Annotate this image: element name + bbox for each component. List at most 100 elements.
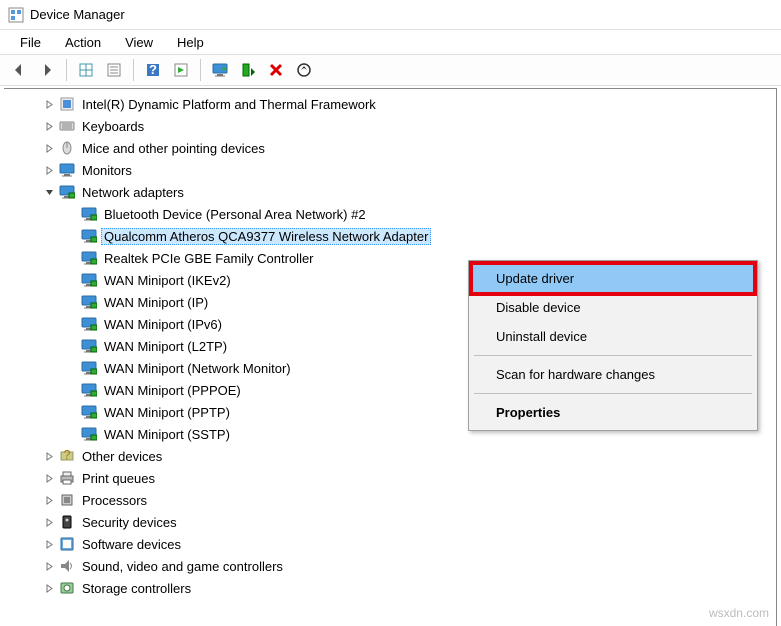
expand-icon[interactable] — [41, 448, 57, 464]
keyboard-icon — [59, 118, 75, 134]
expand-icon[interactable] — [41, 470, 57, 486]
security-icon — [59, 514, 75, 530]
tree-item-label: Network adapters — [79, 184, 187, 201]
tree-item-label: WAN Miniport (IKEv2) — [101, 272, 234, 289]
device-install-icon — [240, 62, 256, 78]
context-menu-item[interactable]: Properties — [472, 398, 754, 427]
tree-item-label: Intel(R) Dynamic Platform and Thermal Fr… — [79, 96, 379, 113]
tree-item[interactable]: Sound, video and game controllers — [4, 555, 776, 577]
no-expander — [63, 228, 79, 244]
tree-item[interactable]: Other devices — [4, 445, 776, 467]
tree-item[interactable]: Processors — [4, 489, 776, 511]
forward-button[interactable] — [34, 57, 60, 83]
tree-item[interactable]: Software devices — [4, 533, 776, 555]
tree-item-label: Software devices — [79, 536, 184, 553]
tree-item[interactable]: Intel(R) Dynamic Platform and Thermal Fr… — [4, 93, 776, 115]
tree-item-label: Monitors — [79, 162, 135, 179]
menu-view[interactable]: View — [115, 33, 163, 52]
network-icon — [81, 426, 97, 442]
tree-item-label: WAN Miniport (IP) — [101, 294, 211, 311]
context-menu-item[interactable]: Disable device — [472, 293, 754, 322]
help-button[interactable]: ? — [140, 57, 166, 83]
no-expander — [63, 316, 79, 332]
no-expander — [63, 382, 79, 398]
network-icon — [81, 360, 97, 376]
arrow-left-icon — [11, 62, 27, 78]
menubar: File Action View Help — [0, 30, 781, 54]
tree-item-label: WAN Miniport (PPPOE) — [101, 382, 244, 399]
toolbar-separator — [200, 59, 201, 81]
tree-item-label: Print queues — [79, 470, 158, 487]
network-icon — [81, 250, 97, 266]
collapse-icon[interactable] — [41, 184, 57, 200]
properties-icon — [106, 62, 122, 78]
toolbar: ? — [0, 54, 781, 86]
uninstall-button[interactable] — [235, 57, 261, 83]
grid-icon — [78, 62, 94, 78]
no-expander — [63, 206, 79, 222]
tree-item[interactable]: Security devices — [4, 511, 776, 533]
expand-icon[interactable] — [41, 162, 57, 178]
tree-item[interactable]: Bluetooth Device (Personal Area Network)… — [4, 203, 776, 225]
network-icon — [81, 228, 97, 244]
tree-item-label: Bluetooth Device (Personal Area Network)… — [101, 206, 369, 223]
no-expander — [63, 250, 79, 266]
menu-help[interactable]: Help — [167, 33, 214, 52]
tree-item-label: WAN Miniport (IPv6) — [101, 316, 225, 333]
context-menu-separator — [474, 393, 752, 394]
context-menu-item[interactable]: Scan for hardware changes — [472, 360, 754, 389]
cpu-icon — [59, 492, 75, 508]
tree-item-label: Qualcomm Atheros QCA9377 Wireless Networ… — [101, 228, 431, 245]
context-menu-item[interactable]: Uninstall device — [472, 322, 754, 351]
tree-item-label: Keyboards — [79, 118, 147, 135]
menu-action[interactable]: Action — [55, 33, 111, 52]
titlebar: Device Manager — [0, 0, 781, 30]
no-expander — [63, 426, 79, 442]
expand-icon[interactable] — [41, 140, 57, 156]
action-button[interactable] — [168, 57, 194, 83]
expand-icon[interactable] — [41, 492, 57, 508]
expand-icon[interactable] — [41, 514, 57, 530]
expand-icon[interactable] — [41, 536, 57, 552]
no-expander — [63, 404, 79, 420]
tree-item-label: Realtek PCIe GBE Family Controller — [101, 250, 317, 267]
tree-item[interactable]: Qualcomm Atheros QCA9377 Wireless Networ… — [4, 225, 776, 247]
update-driver-button[interactable] — [207, 57, 233, 83]
context-menu: Update driverDisable deviceUninstall dev… — [468, 260, 758, 431]
storage-icon — [59, 580, 75, 596]
scan-button[interactable] — [291, 57, 317, 83]
sound-icon — [59, 558, 75, 574]
tree-item-label: Storage controllers — [79, 580, 194, 597]
expand-icon[interactable] — [41, 118, 57, 134]
network-icon — [81, 404, 97, 420]
expand-icon[interactable] — [41, 580, 57, 596]
tree-item[interactable]: Monitors — [4, 159, 776, 181]
network-icon — [81, 206, 97, 222]
app-icon — [8, 7, 24, 23]
tree-item[interactable]: Print queues — [4, 467, 776, 489]
svg-text:?: ? — [149, 62, 157, 77]
menu-file[interactable]: File — [10, 33, 51, 52]
x-icon — [268, 62, 284, 78]
expand-icon[interactable] — [41, 96, 57, 112]
tree-item[interactable]: Storage controllers — [4, 577, 776, 599]
context-menu-item[interactable]: Update driver — [472, 264, 754, 293]
network-icon — [81, 316, 97, 332]
tree-item-label: Sound, video and game controllers — [79, 558, 286, 575]
tree-item[interactable]: Mice and other pointing devices — [4, 137, 776, 159]
no-expander — [63, 338, 79, 354]
tree-item[interactable]: Keyboards — [4, 115, 776, 137]
software-icon — [59, 536, 75, 552]
no-expander — [63, 294, 79, 310]
printer-icon — [59, 470, 75, 486]
tree-item[interactable]: Network adapters — [4, 181, 776, 203]
context-menu-separator — [474, 355, 752, 356]
other-icon — [59, 448, 75, 464]
scan-icon — [296, 62, 312, 78]
back-button[interactable] — [6, 57, 32, 83]
properties-button[interactable] — [101, 57, 127, 83]
expand-icon[interactable] — [41, 558, 57, 574]
platform-icon — [59, 96, 75, 112]
disable-button[interactable] — [263, 57, 289, 83]
show-hidden-button[interactable] — [73, 57, 99, 83]
